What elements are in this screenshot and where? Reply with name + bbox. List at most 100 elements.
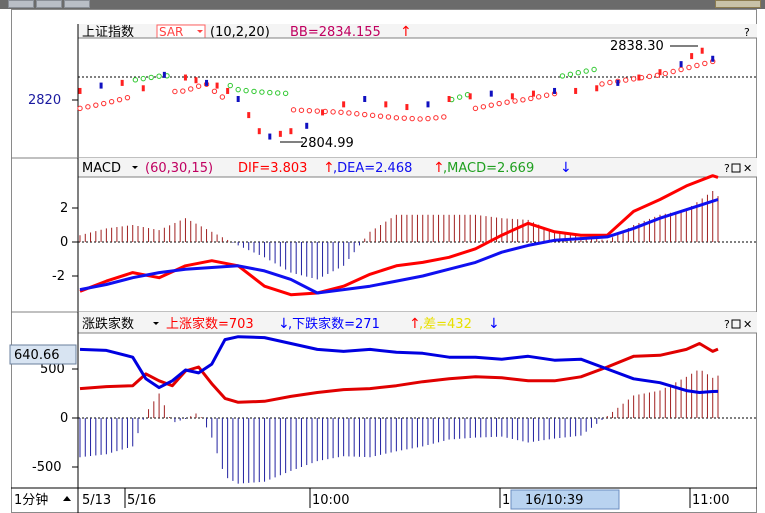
x-tick-label: 5/16 bbox=[127, 493, 156, 508]
sar-point bbox=[362, 111, 368, 118]
sar-point bbox=[575, 70, 581, 76]
price-candle bbox=[247, 112, 251, 119]
y-tick-label: 0 bbox=[60, 411, 68, 426]
sar-point bbox=[377, 113, 384, 119]
sar-point bbox=[314, 108, 320, 114]
sar-point bbox=[670, 68, 676, 75]
sar-point bbox=[243, 87, 249, 94]
sar-point bbox=[528, 95, 534, 102]
sar-point bbox=[93, 102, 99, 108]
price-candle bbox=[141, 85, 145, 92]
y-tick-label: -2 bbox=[52, 269, 65, 284]
price-candle bbox=[700, 47, 704, 54]
close-icon[interactable]: ✕ bbox=[743, 162, 752, 175]
breadth-dropdown[interactable]: 涨跌家数 bbox=[82, 316, 134, 332]
sar-point bbox=[354, 111, 360, 117]
sar-point bbox=[417, 116, 423, 122]
breadth-series bbox=[79, 335, 719, 484]
price-candle bbox=[711, 55, 715, 62]
sar-point bbox=[496, 100, 502, 107]
price-candle bbox=[679, 61, 683, 68]
sar-point bbox=[480, 104, 487, 110]
sar-label[interactable]: SAR bbox=[159, 25, 183, 39]
cursor-time: 16/10:39 bbox=[525, 493, 583, 508]
sar-point bbox=[124, 94, 131, 101]
price-candle bbox=[194, 77, 198, 84]
price-candle bbox=[468, 93, 472, 100]
sar-point bbox=[567, 71, 574, 78]
price-candle bbox=[321, 109, 325, 116]
arrow-up-icon[interactable] bbox=[63, 496, 71, 501]
sar-point bbox=[156, 73, 162, 79]
price-candle bbox=[183, 74, 187, 81]
sar-point bbox=[306, 107, 313, 114]
macd-dropdown[interactable]: MACD bbox=[82, 161, 121, 176]
sar-point bbox=[235, 86, 241, 93]
price-candle bbox=[447, 96, 451, 102]
sar-point bbox=[472, 105, 479, 112]
sar-point bbox=[456, 94, 463, 100]
price-candle bbox=[289, 128, 293, 135]
sar-point bbox=[140, 75, 146, 82]
up-count: 上涨家数=703 bbox=[166, 316, 254, 332]
breadth-panel[interactable]: 涨跌家数 上涨家数=703 ↓ ,下跌家数=271 ↑ ,差=432 ↓ ? ✕… bbox=[9, 311, 757, 488]
low-annotation: 2804.99 bbox=[300, 136, 354, 151]
sar-point bbox=[330, 109, 336, 115]
x-axis[interactable]: 1分钟 5/13 5/16 10:00 1 16/10:39 11:00 bbox=[11, 487, 757, 513]
sar-point bbox=[85, 104, 91, 110]
macd-params: (60,30,15) bbox=[145, 161, 213, 176]
price-candle bbox=[553, 87, 557, 94]
sar-point bbox=[512, 98, 518, 104]
macd-panel[interactable]: MACD (60,30,15) DIF=3.803 ↑ ,DEA=2.468 ↑… bbox=[11, 157, 757, 312]
price-candle bbox=[595, 85, 599, 92]
price-panel[interactable]: 上证指数 SAR (10,2,20) BB=2834.155 ↑ ? 2820 … bbox=[28, 24, 757, 158]
sar-point bbox=[591, 66, 597, 73]
high-annotation: 2838.30 bbox=[610, 39, 664, 54]
sar-point bbox=[607, 79, 613, 86]
sar-point bbox=[678, 66, 684, 73]
chart-canvas[interactable]: 上证指数 SAR (10,2,20) BB=2834.155 ↑ ? 2820 … bbox=[0, 0, 765, 513]
help-icon[interactable]: ? bbox=[724, 162, 730, 175]
down-count: ,下跌家数=271 bbox=[288, 316, 380, 332]
price-candle bbox=[305, 122, 309, 129]
dea-value: ,DEA=2.468 bbox=[333, 161, 412, 176]
price-candle bbox=[78, 87, 82, 94]
price-candle bbox=[531, 90, 535, 97]
sar-point bbox=[599, 81, 605, 87]
sar-point bbox=[211, 88, 218, 94]
period-selector[interactable]: 1分钟 bbox=[14, 492, 48, 508]
y-tick-label: 2 bbox=[60, 201, 68, 216]
sar-point bbox=[694, 62, 700, 69]
sar-point bbox=[646, 73, 653, 80]
price-candle bbox=[278, 130, 282, 137]
sar-point bbox=[227, 82, 233, 89]
price-candle bbox=[384, 101, 388, 108]
sar-point bbox=[425, 115, 431, 122]
price-candle bbox=[616, 79, 620, 86]
price-candle bbox=[268, 133, 272, 140]
price-candle bbox=[226, 87, 230, 94]
current-value: 640.66 bbox=[14, 348, 60, 363]
macd-value: ,MACD=2.669 bbox=[443, 161, 534, 176]
help-icon[interactable]: ? bbox=[744, 26, 750, 39]
sar-point bbox=[172, 88, 178, 95]
sar-point bbox=[116, 96, 123, 103]
help-icon[interactable]: ? bbox=[724, 318, 730, 331]
price-candle bbox=[658, 69, 662, 76]
sar-point bbox=[702, 60, 708, 67]
price-candle bbox=[690, 53, 694, 60]
sar-point bbox=[338, 109, 344, 115]
price-candle bbox=[489, 90, 493, 97]
sar-point bbox=[275, 90, 281, 96]
sar-point bbox=[385, 114, 392, 120]
dif-value: DIF=3.803 bbox=[238, 161, 307, 176]
price-candle bbox=[342, 101, 346, 108]
sar-point bbox=[108, 98, 115, 105]
price-candle bbox=[510, 93, 514, 100]
close-icon[interactable]: ✕ bbox=[743, 318, 752, 331]
sar-point bbox=[536, 94, 542, 100]
price-annotations: 2804.99 2838.30 bbox=[280, 39, 698, 151]
price-series bbox=[77, 47, 716, 140]
price-candle bbox=[405, 104, 409, 111]
price-candle bbox=[637, 74, 641, 81]
